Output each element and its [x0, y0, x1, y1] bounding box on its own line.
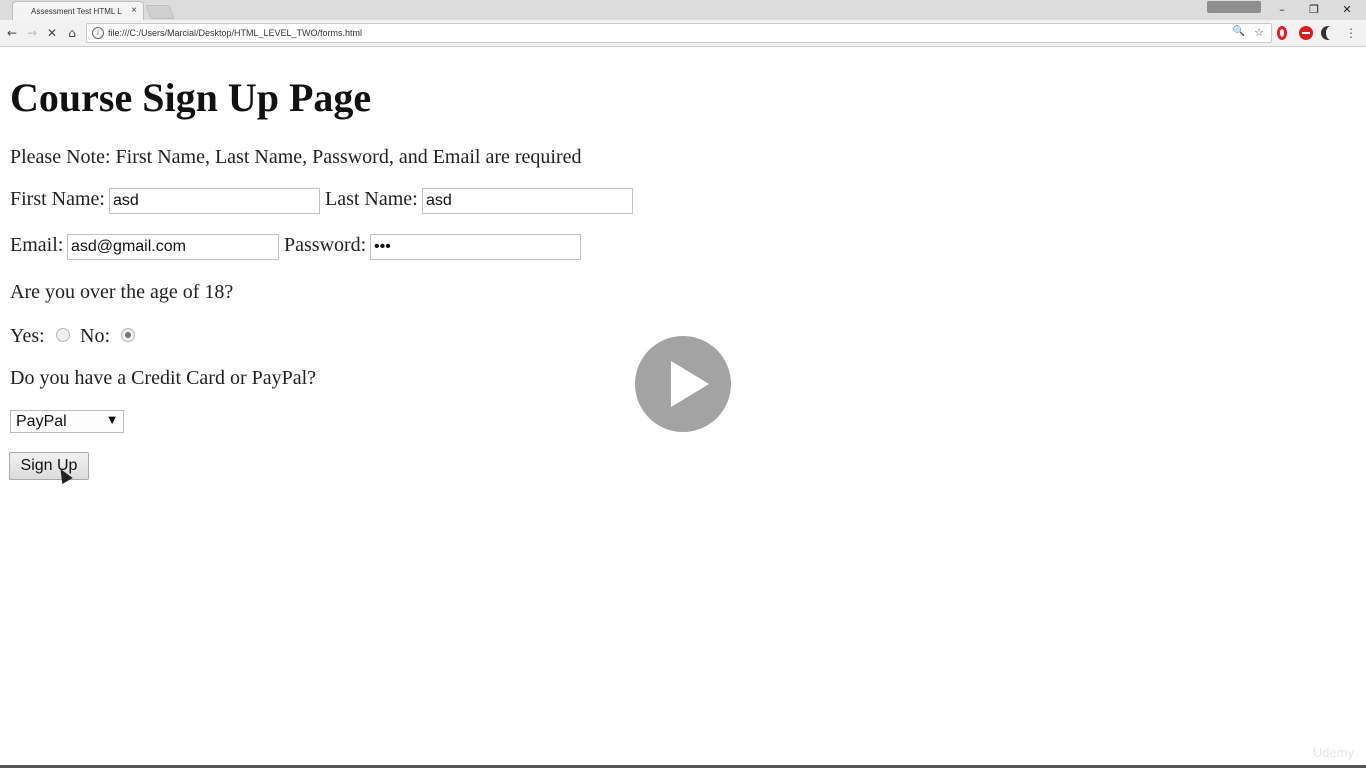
- payment-question: Do you have a Credit Card or PayPal?: [10, 367, 317, 389]
- page-title: Course Sign Up Page: [10, 75, 372, 120]
- info-icon[interactable]: i: [92, 27, 104, 39]
- password-field[interactable]: •••: [370, 234, 581, 260]
- browser-toolbar: ← → ✕ ⌂ i file:///C:/Users/Marcial/Deskt…: [0, 20, 1366, 47]
- payment-select-value: PayPal: [16, 413, 67, 430]
- sign-up-button[interactable]: Sign Up: [9, 452, 89, 480]
- email-label: Email:: [10, 234, 64, 256]
- forward-icon[interactable]: →: [24, 25, 40, 41]
- address-bar[interactable]: i file:///C:/Users/Marcial/Desktop/HTML_…: [86, 23, 1272, 43]
- window-close-icon[interactable]: ✕: [1333, 2, 1361, 18]
- home-icon[interactable]: ⌂: [64, 25, 80, 41]
- dark-mode-extension-icon[interactable]: [1321, 26, 1336, 40]
- profile-chip[interactable]: [1207, 1, 1261, 13]
- new-tab-button[interactable]: [145, 5, 175, 19]
- zoom-icon[interactable]: 🔍: [1233, 26, 1245, 37]
- tab-strip: Assessment Test HTML L × – ❐ ✕: [0, 0, 1366, 20]
- email-field[interactable]: asd@gmail.com: [67, 234, 279, 260]
- last-name-label: Last Name:: [325, 188, 418, 210]
- no-label: No:: [80, 325, 110, 347]
- restore-icon[interactable]: ❐: [1300, 2, 1328, 18]
- first-name-label: First Name:: [10, 188, 105, 210]
- yes-radio[interactable]: [56, 328, 70, 342]
- minimize-icon[interactable]: –: [1268, 2, 1296, 18]
- tab-close-icon[interactable]: ×: [131, 5, 137, 16]
- play-icon: [671, 361, 709, 407]
- url-text[interactable]: file:///C:/Users/Marcial/Desktop/HTML_LE…: [108, 28, 362, 38]
- first-name-field[interactable]: asd: [109, 188, 320, 214]
- page-content: Course Sign Up Page Please Note: First N…: [0, 48, 1366, 768]
- password-label: Password:: [284, 234, 367, 256]
- last-name-field[interactable]: asd: [422, 188, 633, 214]
- adblock-extension-icon[interactable]: [1299, 26, 1313, 40]
- play-button[interactable]: [635, 336, 731, 432]
- age-question: Are you over the age of 18?: [10, 281, 234, 303]
- tab-title: Assessment Test HTML L: [31, 7, 122, 16]
- browser-menu-icon[interactable]: ⋮: [1345, 26, 1357, 40]
- required-note: Please Note: First Name, Last Name, Pass…: [10, 146, 582, 168]
- dropdown-arrow-icon: ▼: [108, 415, 116, 426]
- stop-loading-icon[interactable]: ✕: [44, 25, 60, 41]
- payment-select[interactable]: PayPal ▼: [10, 410, 124, 433]
- bookmark-star-icon[interactable]: ☆: [1254, 26, 1264, 39]
- yes-label: Yes:: [10, 325, 45, 347]
- watermark: Udemy: [1312, 745, 1354, 760]
- back-icon[interactable]: ←: [4, 25, 20, 41]
- browser-tab[interactable]: Assessment Test HTML L ×: [12, 1, 144, 20]
- opera-extension-icon[interactable]: [1277, 26, 1287, 40]
- no-radio[interactable]: [121, 328, 135, 342]
